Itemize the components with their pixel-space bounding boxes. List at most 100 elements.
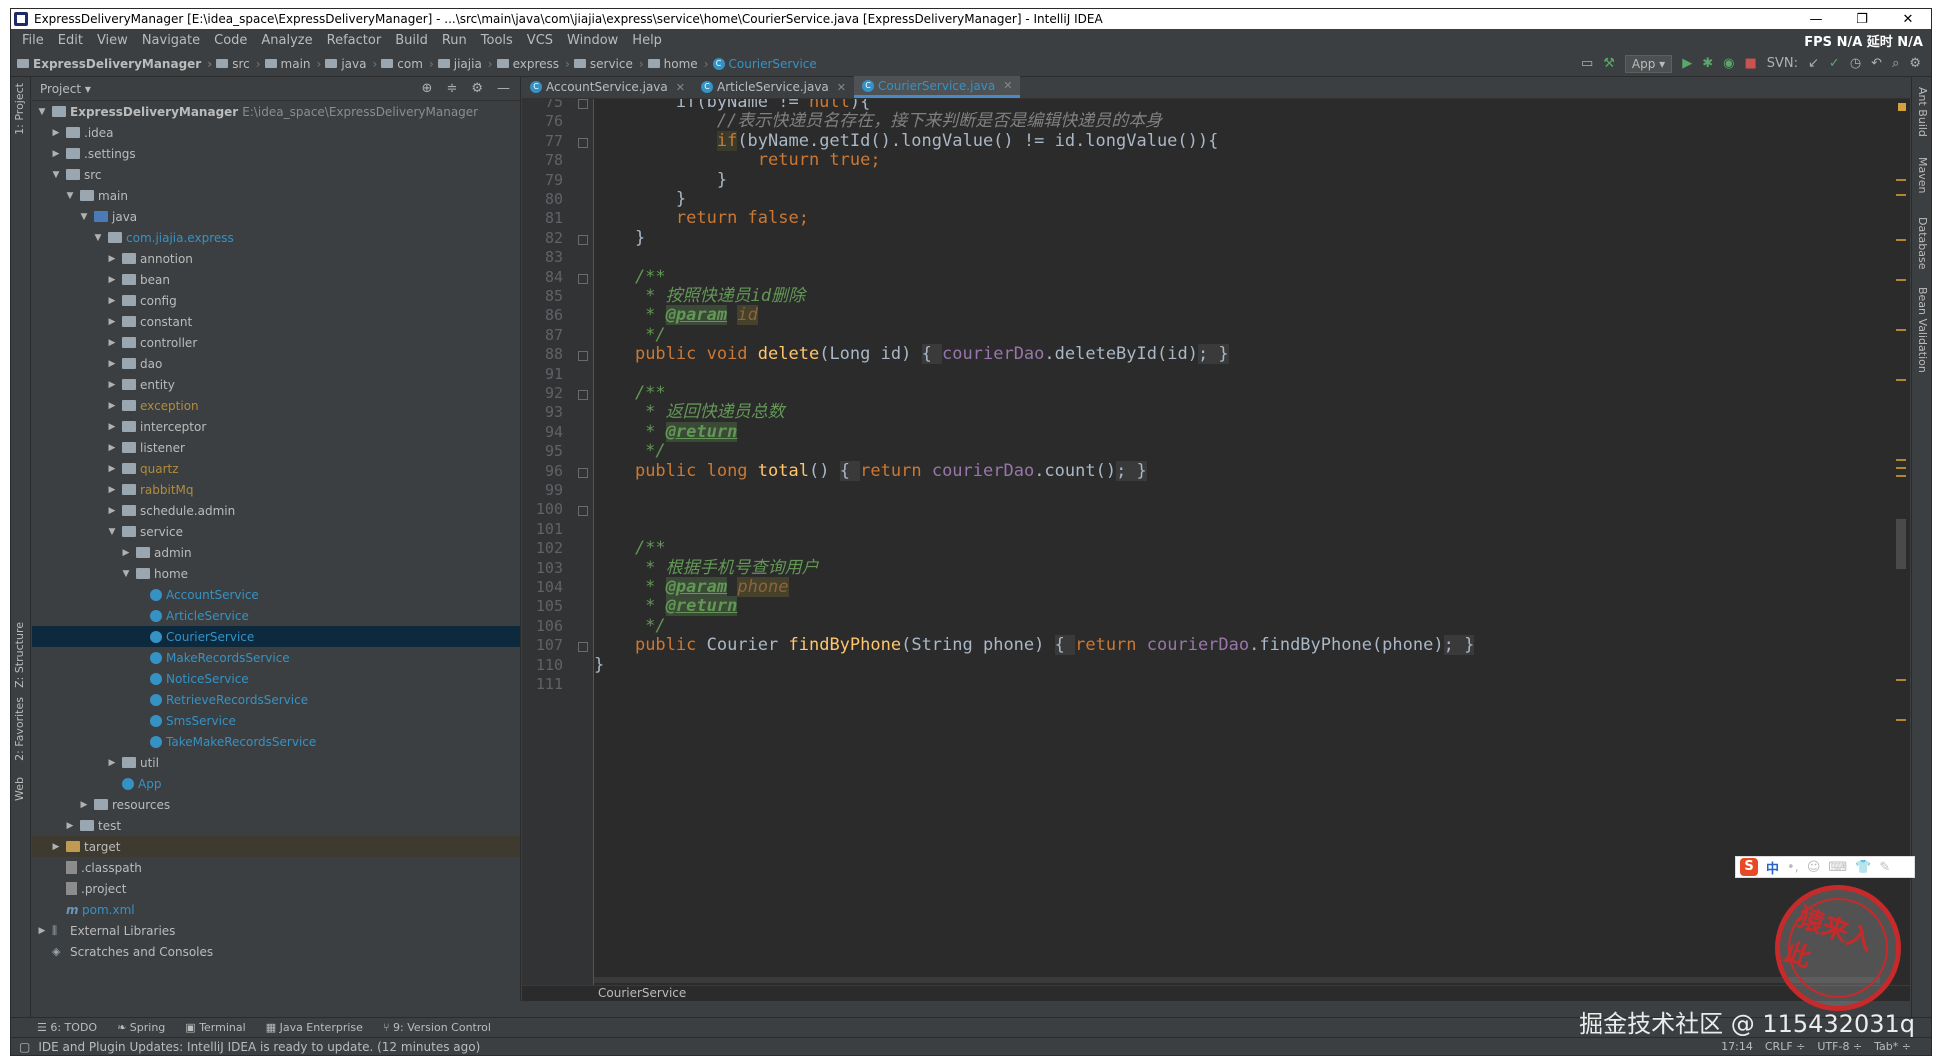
debug-icon[interactable]: ✱	[1702, 56, 1713, 71]
tree-item-exception[interactable]: ▶ exception	[32, 395, 520, 416]
stop-icon[interactable]: ■	[1744, 56, 1756, 71]
tree-item-idea[interactable]: ▶ .idea	[32, 122, 520, 143]
line-number[interactable]: 111	[523, 675, 563, 693]
error-stripe[interactable]	[1890, 99, 1910, 985]
tree-item-resources[interactable]: ▶ resources	[32, 794, 520, 815]
ime-skin-icon[interactable]: 👕	[1855, 860, 1871, 875]
project-view-select[interactable]: Project ▾	[40, 82, 91, 96]
breadcrumb-main[interactable]: main ›	[264, 57, 321, 71]
ime-emoji-icon[interactable]: ☺	[1807, 860, 1821, 875]
tree-item-target[interactable]: ▶ target	[32, 836, 520, 857]
layout-icon[interactable]: ▢	[19, 1040, 30, 1054]
build-hammer-icon[interactable]: ⚒	[1603, 56, 1615, 71]
line-number[interactable]: 82	[523, 229, 563, 247]
svn-update-icon[interactable]: ↙	[1808, 56, 1819, 71]
menu-tools[interactable]: Tools	[474, 33, 520, 48]
line-number[interactable]: 93	[523, 403, 563, 421]
breadcrumb-jiajia[interactable]: jiajia ›	[437, 57, 493, 71]
close-tab-icon[interactable]: ✕	[1003, 79, 1012, 92]
tab-structure-tool[interactable]: Z: Structure	[13, 622, 26, 688]
fold-marker-icon[interactable]	[578, 506, 588, 517]
close-button[interactable]: ✕	[1885, 12, 1931, 27]
tree-item-articleservice[interactable]: ArticleService	[32, 605, 520, 626]
tree-item-src[interactable]: ▼ src	[32, 164, 520, 185]
gear-icon[interactable]: ⚙	[471, 81, 483, 96]
tab-courierservice[interactable]: C CourierService.java ✕	[854, 76, 1021, 98]
line-number[interactable]: 75	[523, 99, 563, 111]
locate-icon[interactable]: ⊕	[422, 81, 433, 96]
stripe-mark[interactable]	[1896, 329, 1906, 331]
editor-breadcrumb[interactable]: CourierService	[522, 985, 1910, 1001]
stripe-mark[interactable]	[1896, 467, 1906, 469]
tree-root[interactable]: ▼ ExpressDeliveryManager E:\idea_space\Exp…	[32, 101, 520, 122]
code-line[interactable]: public void delete(Long id) { courierDao…	[594, 342, 1229, 366]
line-number[interactable]: 91	[523, 365, 563, 383]
fold-marker-icon[interactable]	[578, 467, 588, 478]
tree-item-dao[interactable]: ▶ dao	[32, 353, 520, 374]
menu-navigate[interactable]: Navigate	[135, 33, 207, 48]
scroll-thumb[interactable]	[1896, 519, 1906, 569]
line-number[interactable]: 103	[523, 559, 563, 577]
code-line[interactable]: public Courier findByPhone(String phone)…	[594, 633, 1475, 657]
fold-marker-icon[interactable]	[578, 234, 588, 245]
code-line[interactable]: public long total() { return courierDao.…	[594, 459, 1147, 483]
tree-item-home[interactable]: ▼ home	[32, 563, 520, 584]
line-number[interactable]: 110	[523, 656, 563, 674]
line-number[interactable]: 102	[523, 539, 563, 557]
line-number[interactable]: 105	[523, 597, 563, 615]
stripe-mark[interactable]	[1896, 194, 1906, 196]
line-number[interactable]: 94	[523, 423, 563, 441]
ime-keyboard-icon[interactable]: ⌨	[1828, 860, 1847, 875]
menu-vcs[interactable]: VCS	[520, 33, 560, 48]
menu-code[interactable]: Code	[207, 33, 254, 48]
stripe-mark[interactable]	[1896, 279, 1906, 281]
stripe-mark[interactable]	[1896, 475, 1906, 477]
close-tab-icon[interactable]: ✕	[837, 81, 846, 94]
line-number[interactable]: 95	[523, 442, 563, 460]
collapse-all-icon[interactable]: ≑	[446, 81, 457, 96]
tree-item-settings[interactable]: ▶ .settings	[32, 143, 520, 164]
tree-item-retrieverecordsservice[interactable]: RetrieveRecordsService	[32, 689, 520, 710]
code-editor[interactable]: 75 76 77 78 79 80 81 82 83 84 85 86 87 88 91 92 93 94 95 96…	[522, 99, 1910, 985]
line-number[interactable]: 86	[523, 306, 563, 324]
java-enterprise-tool-button[interactable]: ▦ Java Enterprise	[266, 1021, 363, 1034]
line-number[interactable]: 77	[523, 132, 563, 150]
tab-database[interactable]: Database	[1916, 217, 1929, 270]
line-number[interactable]: 104	[523, 578, 563, 596]
fold-marker-icon[interactable]	[578, 137, 588, 148]
tree-item-noticeservice[interactable]: NoticeService	[32, 668, 520, 689]
tree-item-service[interactable]: ▼ service	[32, 521, 520, 542]
spring-tool-button[interactable]: ❧ Spring	[117, 1021, 165, 1034]
menu-file[interactable]: File	[15, 33, 51, 48]
breadcrumb-home[interactable]: home ›	[647, 57, 709, 71]
tab-favorites-tool[interactable]: 2: Favorites	[13, 697, 26, 761]
line-number[interactable]: 88	[523, 345, 563, 363]
stripe-mark[interactable]	[1896, 179, 1906, 181]
tree-item-pom[interactable]: m pom.xml	[32, 899, 520, 920]
tab-maven[interactable]: Maven	[1916, 157, 1929, 193]
tree-item-annotion[interactable]: ▶ annotion	[32, 248, 520, 269]
menu-analyze[interactable]: Analyze	[254, 33, 319, 48]
tree-item-constant[interactable]: ▶ constant	[32, 311, 520, 332]
menu-window[interactable]: Window	[560, 33, 625, 48]
menu-build[interactable]: Build	[388, 33, 435, 48]
stripe-mark[interactable]	[1896, 679, 1906, 681]
tree-item-smsservice[interactable]: SmsService	[32, 710, 520, 731]
line-number[interactable]: 78	[523, 151, 563, 169]
line-separator[interactable]: CRLF ÷	[1765, 1040, 1806, 1053]
line-number[interactable]: 81	[523, 209, 563, 227]
svn-commit-icon[interactable]: ✓	[1829, 56, 1840, 71]
tree-item-test[interactable]: ▶ test	[32, 815, 520, 836]
caret-position[interactable]: 17:14	[1721, 1040, 1753, 1053]
breadcrumb-com[interactable]: com ›	[381, 57, 434, 71]
tree-item-entity[interactable]: ▶ entity	[32, 374, 520, 395]
fold-marker-icon[interactable]	[578, 642, 588, 653]
tree-item-interceptor[interactable]: ▶ interceptor	[32, 416, 520, 437]
line-number[interactable]: 99	[523, 481, 563, 499]
menu-help[interactable]: Help	[625, 33, 669, 48]
line-number[interactable]: 106	[523, 617, 563, 635]
tree-item-courierservice[interactable]: CourierService	[32, 626, 520, 647]
tab-bean-validation[interactable]: Bean Validation	[1916, 287, 1929, 373]
close-tab-icon[interactable]: ✕	[676, 81, 685, 94]
line-number[interactable]: 107	[523, 636, 563, 654]
